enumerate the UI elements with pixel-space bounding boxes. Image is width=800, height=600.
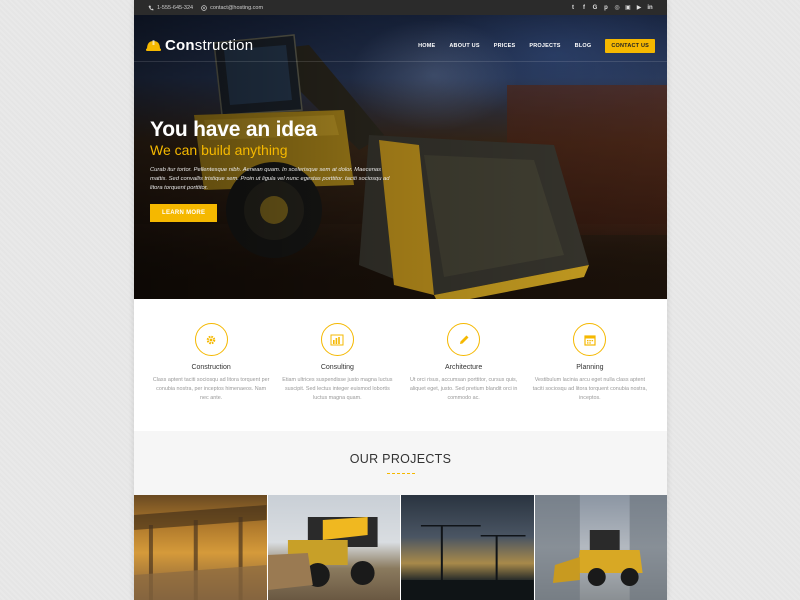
nav-about-us[interactable]: ABOUT US <box>449 43 479 49</box>
service-title: Architecture <box>444 364 483 371</box>
services-section: Construction Class aptent taciti sociosq… <box>134 299 667 431</box>
contact-us-button[interactable]: CONTACT US <box>605 38 655 53</box>
twitter-icon[interactable]: t <box>570 5 576 11</box>
top-bar: 1-555-645-324 contact@hosting.com t f G … <box>134 0 667 15</box>
service-text: Class aptent taciti sociosqu ad litora t… <box>152 377 270 402</box>
phone-info: 1-555-645-324 <box>148 5 193 11</box>
skid-steer-image <box>267 517 378 590</box>
instagram-icon[interactable]: ▣ <box>625 5 631 11</box>
projects-heading: OUR PROJECTS <box>349 452 452 466</box>
service-text: Ut orci risus, accumsan porttitor, cursu… <box>409 377 518 402</box>
pinterest-icon[interactable]: p <box>603 5 609 11</box>
loader-factory-image <box>534 495 667 600</box>
page: 1-555-645-324 contact@hosting.com t f G … <box>134 0 667 600</box>
hero-subtitle: We can build anything <box>150 142 288 159</box>
service-text: Etiam ultrices suspendisse justo magna l… <box>282 377 393 402</box>
social-links: t f G p ◎ ▣ ▶ in <box>570 5 653 11</box>
service-icon-circle <box>573 323 607 356</box>
gear-icon <box>206 335 216 344</box>
project-tile-loader[interactable] <box>534 495 667 600</box>
hero-content: You have an idea We can build anything C… <box>150 118 410 222</box>
warehouse-image <box>134 505 267 600</box>
logo-text: Construction <box>165 37 253 54</box>
project-tile-warehouse[interactable] <box>134 495 268 600</box>
hero-section: Construction HOME ABOUT US PRICES PROJEC… <box>134 15 667 299</box>
service-icon-circle <box>447 323 481 356</box>
service-consulting: Consulting Etiam ultrices suspendisse ju… <box>278 323 396 431</box>
logo-text-rest: struction <box>194 37 254 54</box>
project-tile-skid-steer[interactable] <box>267 495 401 600</box>
hard-hat-icon <box>146 40 161 51</box>
contact-info: 1-555-645-324 contact@hosting.com <box>148 5 263 11</box>
service-title: Consulting <box>320 364 354 371</box>
service-icon-circle <box>320 323 354 356</box>
google-plus-icon[interactable]: G <box>592 5 598 11</box>
calendar-icon <box>584 334 596 346</box>
phone-icon <box>148 5 154 10</box>
hero-description: Curab itur tortor. Pellentesque nibh. Ae… <box>150 167 390 192</box>
hero-title: You have an idea <box>150 118 317 141</box>
nav-blog[interactable]: BLOG <box>575 43 592 49</box>
service-architecture: Architecture Ut orci risus, accumsan por… <box>405 323 523 431</box>
logo[interactable]: Construction <box>146 37 253 54</box>
facebook-icon[interactable]: f <box>581 5 587 11</box>
email-address[interactable]: contact@hosting.com <box>210 5 263 11</box>
navbar: Construction HOME ABOUT US PRICES PROJEC… <box>134 30 667 62</box>
service-text: Vestibulum lacinia arcu eget nulla class… <box>532 377 647 402</box>
nav-home[interactable]: HOME <box>418 43 435 49</box>
logo-text-bold: Con <box>165 37 195 54</box>
heading-underline <box>386 473 415 474</box>
bar-chart-icon <box>330 334 344 345</box>
email-icon <box>201 4 207 11</box>
nav-prices[interactable]: PRICES <box>494 43 516 49</box>
dribbble-icon[interactable]: ◎ <box>614 5 620 11</box>
nav-projects[interactable]: PROJECTS <box>529 43 560 49</box>
phone-number[interactable]: 1-555-645-324 <box>157 5 193 11</box>
service-construction: Construction Class aptent taciti sociosq… <box>152 323 270 431</box>
projects-section: OUR PROJECTS <box>134 431 667 495</box>
service-planning: Planning Vestibulum lacinia arcu eget nu… <box>531 323 649 431</box>
projects-gallery <box>134 495 667 600</box>
service-icon-circle <box>194 323 228 356</box>
service-title: Construction <box>191 364 231 371</box>
service-title: Planning <box>576 364 604 371</box>
youtube-icon[interactable]: ▶ <box>636 5 642 11</box>
main-menu: HOME ABOUT US PRICES PROJECTS BLOG CONTA… <box>418 38 655 53</box>
email-info: contact@hosting.com <box>201 5 263 11</box>
linkedin-icon[interactable]: in <box>647 5 653 11</box>
pencil-icon <box>459 335 469 344</box>
learn-more-button[interactable]: LEARN MORE <box>150 204 218 222</box>
project-tile-cranes[interactable] <box>401 495 535 600</box>
cranes-sunset-image <box>401 525 534 600</box>
